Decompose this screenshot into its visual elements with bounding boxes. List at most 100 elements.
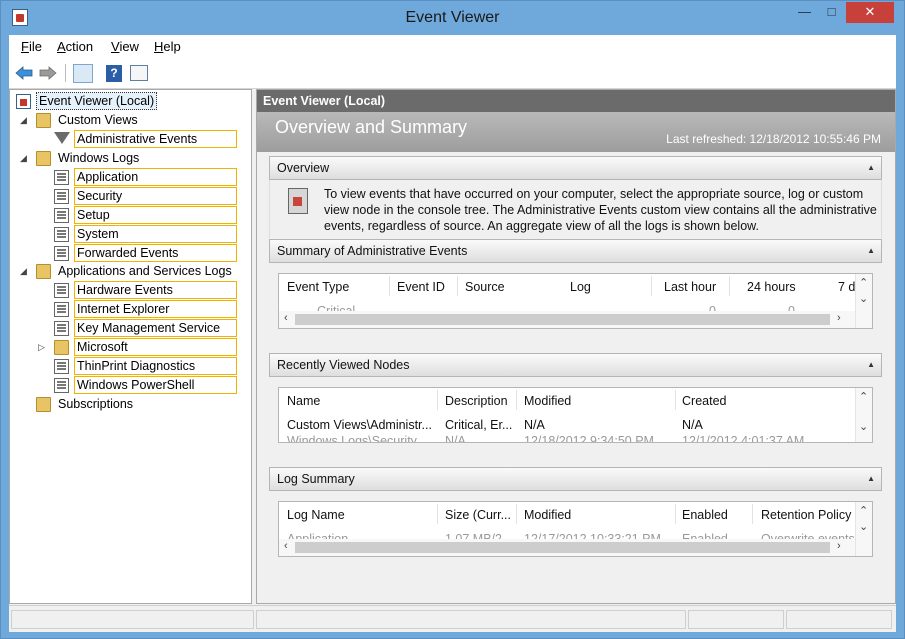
column-divider[interactable]: [437, 390, 438, 410]
show-hide-tree-icon[interactable]: [73, 64, 93, 83]
column-header[interactable]: Log: [570, 280, 591, 294]
tree-node-windows-logs[interactable]: ◢ Windows Logs: [14, 149, 244, 167]
column-header[interactable]: Modified: [524, 394, 571, 408]
overview-section-header[interactable]: Overview ▲: [269, 156, 882, 180]
collapse-icon[interactable]: ▲: [867, 157, 875, 179]
column-header[interactable]: 7 d: [838, 280, 855, 294]
menu-file[interactable]: File: [21, 39, 42, 54]
vertical-scrollbar[interactable]: ⌃ ⌄: [855, 388, 872, 442]
tree-node-microsoft[interactable]: ▷ Microsoft: [14, 338, 244, 356]
column-header[interactable]: Retention Policy: [761, 508, 851, 522]
log-icon: [54, 283, 69, 298]
scroll-right-icon[interactable]: ›: [837, 540, 841, 552]
column-divider[interactable]: [729, 276, 730, 296]
menu-help[interactable]: Help: [154, 39, 181, 54]
tree-node-key-management[interactable]: Key Management Service: [14, 319, 244, 337]
title-bar[interactable]: Event Viewer — □ ✕: [1, 1, 904, 35]
table-cell[interactable]: N/A: [524, 418, 545, 432]
column-header[interactable]: Created: [682, 394, 726, 408]
menu-view[interactable]: View: [111, 39, 139, 54]
tree-label-key-management: Key Management Service: [74, 319, 237, 337]
column-divider[interactable]: [651, 276, 652, 296]
vertical-scrollbar[interactable]: ⌃ ⌄: [855, 502, 872, 556]
column-header[interactable]: Log Name: [287, 508, 345, 522]
log-icon: [54, 321, 69, 336]
tree-node-hardware-events[interactable]: Hardware Events: [14, 281, 244, 299]
column-divider[interactable]: [675, 504, 676, 524]
expanded-arrow-icon[interactable]: ◢: [20, 149, 30, 167]
column-divider[interactable]: [516, 390, 517, 410]
horizontal-scrollbar[interactable]: ‹ ›: [279, 539, 855, 556]
expanded-arrow-icon[interactable]: ◢: [20, 262, 30, 280]
scroll-up-icon[interactable]: ⌃: [859, 504, 868, 517]
scrollbar-thumb[interactable]: [295, 314, 830, 325]
column-header[interactable]: Name: [287, 394, 320, 408]
column-header[interactable]: Last hour: [664, 280, 716, 294]
scrollbar-thumb[interactable]: [295, 542, 830, 553]
tree-node-security[interactable]: Security: [14, 187, 244, 205]
column-header[interactable]: Source: [465, 280, 505, 294]
tree-node-internet-explorer[interactable]: Internet Explorer: [14, 300, 244, 318]
menu-help-accel: H: [154, 39, 164, 54]
back-arrow-icon[interactable]: [15, 65, 33, 81]
tree-node-subscriptions[interactable]: Subscriptions: [14, 395, 244, 413]
action-pane-icon[interactable]: [130, 65, 148, 81]
column-divider[interactable]: [675, 390, 676, 410]
column-divider[interactable]: [457, 276, 458, 296]
tree-node-setup[interactable]: Setup: [14, 206, 244, 224]
tree-label-administrative-events: Administrative Events: [74, 130, 237, 148]
tree-node-forwarded-events[interactable]: Forwarded Events: [14, 244, 244, 262]
expanded-arrow-icon[interactable]: ◢: [20, 111, 30, 129]
recent-nodes-section-header[interactable]: Recently Viewed Nodes ▲: [269, 353, 882, 377]
table-cell[interactable]: N/A: [682, 418, 703, 432]
scroll-down-icon[interactable]: ⌄: [859, 292, 868, 305]
tree-node-powershell[interactable]: Windows PowerShell: [14, 376, 244, 394]
column-header[interactable]: Event ID: [397, 280, 445, 294]
tree-node-app-services-logs[interactable]: ◢ Applications and Services Logs: [14, 262, 250, 280]
minimize-button[interactable]: —: [791, 2, 818, 23]
admin-summary-section-header[interactable]: Summary of Administrative Events ▲: [269, 239, 882, 263]
scroll-right-icon[interactable]: ›: [837, 312, 841, 324]
tree-node-custom-views[interactable]: ◢ Custom Views: [14, 111, 244, 129]
scroll-down-icon[interactable]: ⌄: [859, 520, 868, 533]
column-divider[interactable]: [389, 276, 390, 296]
help-icon[interactable]: ?: [106, 65, 122, 82]
collapse-icon[interactable]: ▲: [867, 468, 875, 490]
menu-file-accel: F: [21, 39, 29, 54]
column-header[interactable]: Event Type: [287, 280, 349, 294]
tree-label-root: Event Viewer (Local): [36, 92, 158, 110]
column-header[interactable]: Size (Curr...: [445, 508, 511, 522]
vertical-scrollbar[interactable]: ⌃ ⌄: [855, 274, 872, 328]
maximize-button[interactable]: □: [818, 2, 845, 23]
column-header[interactable]: Enabled: [682, 508, 728, 522]
table-cell: N/A: [445, 434, 466, 443]
table-cell[interactable]: Custom Views\Administr...: [287, 418, 432, 432]
log-icon: [54, 246, 69, 261]
collapsed-arrow-icon[interactable]: ▷: [38, 338, 48, 356]
close-button[interactable]: ✕: [846, 2, 894, 23]
scroll-left-icon[interactable]: ‹: [284, 540, 288, 552]
column-divider[interactable]: [437, 504, 438, 524]
scroll-down-icon[interactable]: ⌄: [859, 420, 868, 433]
column-header[interactable]: Description: [445, 394, 508, 408]
forward-arrow-icon[interactable]: [39, 65, 57, 81]
scroll-left-icon[interactable]: ‹: [284, 312, 288, 324]
tree-node-thinprint[interactable]: ThinPrint Diagnostics: [14, 357, 244, 375]
column-divider[interactable]: [516, 504, 517, 524]
column-header[interactable]: 24 hours: [747, 280, 796, 294]
column-header[interactable]: Modified: [524, 508, 571, 522]
tree-label-internet-explorer: Internet Explorer: [74, 300, 237, 318]
tree-node-administrative-events[interactable]: Administrative Events: [14, 130, 244, 148]
collapse-icon[interactable]: ▲: [867, 354, 875, 376]
log-summary-section-header[interactable]: Log Summary ▲: [269, 467, 882, 491]
scroll-up-icon[interactable]: ⌃: [859, 276, 868, 289]
table-cell[interactable]: Critical, Er...: [445, 418, 512, 432]
menu-action[interactable]: Action: [57, 39, 93, 54]
column-divider[interactable]: [752, 504, 753, 524]
scroll-up-icon[interactable]: ⌃: [859, 390, 868, 403]
collapse-icon[interactable]: ▲: [867, 240, 875, 262]
tree-node-system[interactable]: System: [14, 225, 244, 243]
horizontal-scrollbar[interactable]: ‹ ›: [279, 311, 855, 328]
tree-node-application[interactable]: Application: [14, 168, 244, 186]
tree-node-root[interactable]: Event Viewer (Local): [14, 92, 244, 110]
